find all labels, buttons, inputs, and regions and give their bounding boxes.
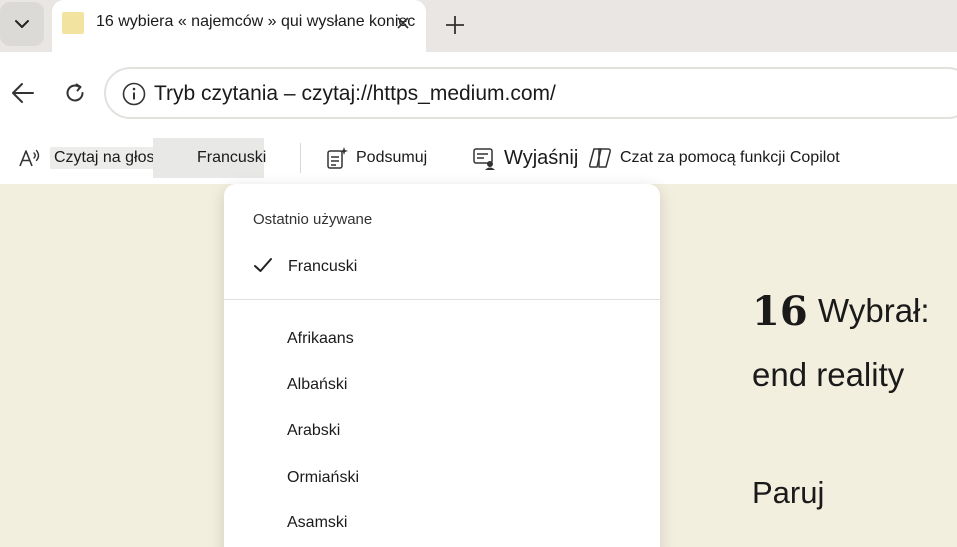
language-option[interactable]: Ormiański [287, 469, 359, 487]
language-option[interactable]: Albański [287, 376, 347, 394]
close-icon [397, 17, 409, 29]
copilot-chat-button[interactable]: Czat za pomocą funkcji Copilot [588, 144, 840, 172]
language-select-button[interactable]: Francuski [153, 138, 266, 178]
tab-title: 16 wybiera « najemców » qui wysłane koni… [96, 13, 416, 30]
plus-icon [446, 16, 464, 34]
article-paragraph: Paruj [752, 475, 825, 510]
info-icon[interactable] [122, 82, 146, 106]
language-dropdown: Ostatnio używane Francuski Afrikaans Alb… [224, 184, 660, 547]
address-url: Tryb czytania – czytaj://https_medium.co… [154, 82, 556, 105]
copilot-label: Czat za pomocą funkcji Copilot [620, 149, 840, 166]
summarize-button[interactable]: Podsumuj [326, 144, 427, 172]
explain-label: Wyjaśnij [504, 146, 579, 169]
explain-button[interactable]: Wyjaśnij [472, 144, 578, 172]
article-title-line2: end reality [752, 356, 905, 393]
toolbar-divider [300, 143, 301, 173]
reader-toolbar: Czytaj na głos ab Francuski Podsumuj Wyj… [0, 132, 957, 184]
reload-button[interactable] [58, 76, 92, 110]
tab-close-button[interactable] [392, 12, 414, 34]
address-toolbar: Tryb czytania – czytaj://https_medium.co… [0, 52, 957, 132]
summarize-label: Podsumuj [356, 149, 428, 166]
tab-strip: 16 wybiera « najemców » qui wysłane koni… [0, 0, 957, 52]
language-option[interactable]: Arabski [287, 422, 340, 440]
back-arrow-icon [12, 83, 34, 103]
tab-actions-button[interactable] [0, 2, 44, 46]
copilot-icon [588, 148, 611, 168]
new-tab-button[interactable] [440, 10, 470, 40]
back-button[interactable] [6, 76, 40, 110]
language-option[interactable]: Asamski [287, 514, 347, 532]
chevron-down-icon [15, 20, 29, 28]
recent-languages-header: Ostatnio używane [253, 211, 373, 228]
checkmark-icon [254, 258, 272, 272]
read-aloud-icon [19, 149, 40, 167]
article-title-line1: Wybrał: [818, 292, 930, 329]
explain-icon [473, 148, 495, 170]
page-favicon-icon [62, 12, 84, 34]
language-option-selected[interactable]: Francuski [288, 258, 357, 276]
active-tab[interactable]: 16 wybiera « najemców » qui wysłane koni… [52, 0, 426, 52]
dropdown-divider [224, 299, 660, 300]
address-bar[interactable]: Tryb czytania – czytaj://https_medium.co… [104, 67, 957, 119]
language-option[interactable]: Afrikaans [287, 330, 354, 348]
summarize-icon [327, 147, 348, 169]
reload-icon [66, 83, 84, 102]
article-number: 16 [752, 288, 808, 335]
